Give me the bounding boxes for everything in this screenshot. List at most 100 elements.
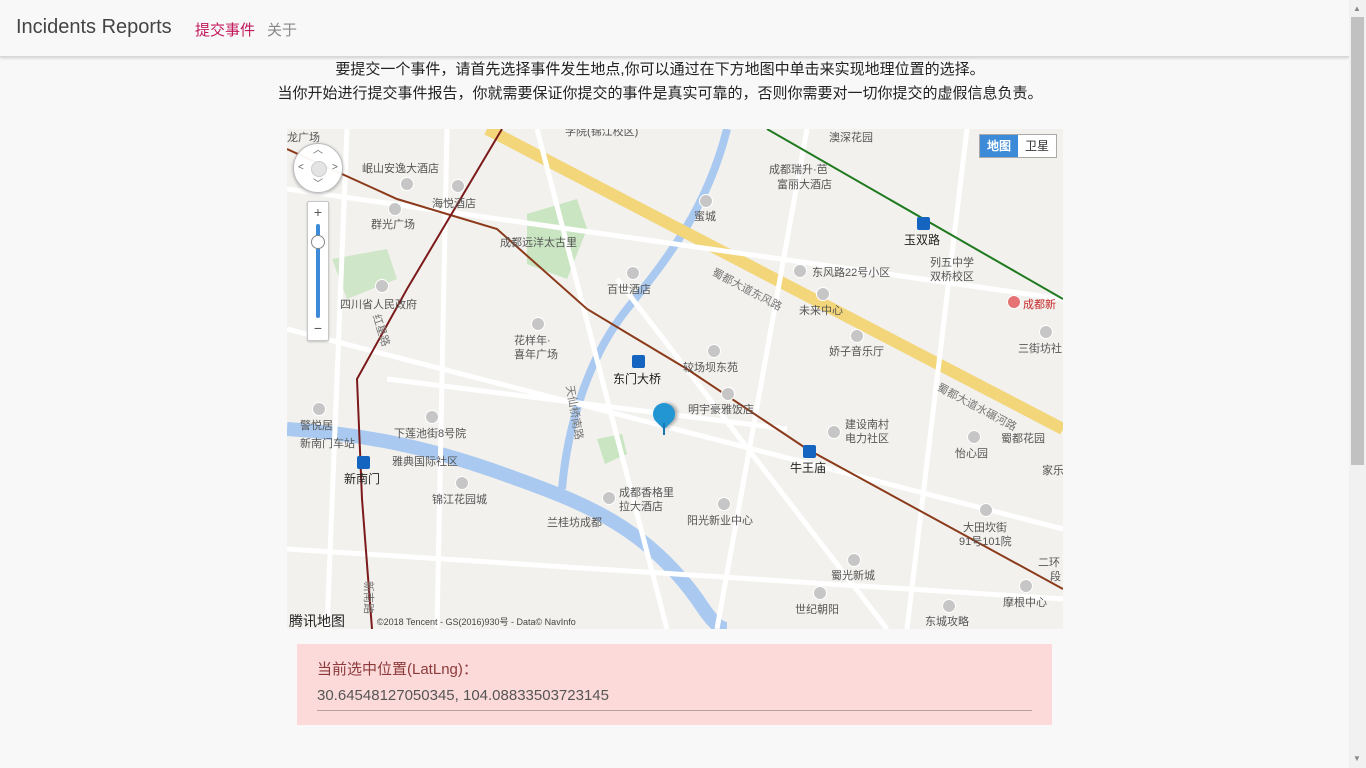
zoom-in-button[interactable]: +: [308, 204, 328, 220]
metro-station-icon: [632, 355, 645, 368]
nav-link-submit-incident[interactable]: 提交事件: [195, 19, 255, 40]
poi-icon: [707, 344, 721, 358]
map-label: 新南门车站: [300, 438, 355, 450]
scrollbar-thumb[interactable]: [1351, 17, 1364, 465]
map-label: 群光广场: [371, 219, 415, 231]
map-label: 未来中心: [799, 305, 843, 317]
poi-icon: [1019, 579, 1033, 593]
poi-icon: [793, 264, 807, 278]
map-label: 家乐: [1042, 465, 1063, 477]
map-label: 段: [1050, 571, 1061, 583]
poi-icon: [400, 177, 414, 191]
intro-line-1: 要提交一个事件，请首先选择事件发生地点,你可以通过在下方地图中单击来实现地理位置…: [335, 61, 985, 78]
brand-title[interactable]: Incidents Reports: [16, 16, 172, 39]
map-label: 锦江花园城: [432, 494, 487, 506]
poi-icon: [717, 497, 731, 511]
metro-station-icon: [357, 456, 370, 469]
map-type-satellite-button[interactable]: 卫星: [1018, 135, 1056, 157]
map-pan-control[interactable]: ︿ ﹀ < >: [293, 143, 343, 193]
metro-station-icon: [803, 445, 816, 458]
poi-icon: [850, 329, 864, 343]
map-label: 91号101院: [959, 536, 1012, 548]
location-marker-tail: [663, 423, 665, 435]
selected-location-value[interactable]: 30.64548127050345, 104.08833503723145: [317, 687, 1032, 711]
poi-icon: [425, 410, 439, 424]
poi-icon: [699, 194, 713, 208]
map-label: 阳光新业中心: [687, 515, 753, 527]
map-label: 东风路22号小区: [812, 267, 891, 279]
map-label: 喜年广场: [514, 349, 558, 361]
map-label: 世纪朝阳: [795, 604, 839, 616]
zoom-out-button[interactable]: −: [308, 320, 328, 336]
map-label: 明宇豪雅饭店: [688, 404, 754, 416]
map-label: 兰桂坊成都: [547, 517, 602, 529]
poi-icon: [979, 503, 993, 517]
poi-icon: [626, 266, 640, 280]
map-label: 四川省人民政府: [340, 299, 417, 311]
map-label: 蜜城: [694, 211, 716, 223]
poi-icon: [813, 586, 827, 600]
map-zoom-control[interactable]: + −: [307, 201, 329, 341]
map-type-switcher: 地图 卫星: [978, 134, 1057, 158]
nav-link-about[interactable]: 关于: [267, 19, 297, 40]
poi-icon: [1007, 295, 1021, 309]
map-label: 岷山安逸大酒店: [362, 163, 439, 175]
pan-center-button[interactable]: [311, 161, 327, 177]
pan-down-icon[interactable]: ﹀: [313, 180, 323, 190]
poi-icon: [312, 402, 326, 416]
poi-icon: [455, 476, 469, 490]
page-scrollbar[interactable]: ▲ ▼: [1349, 0, 1366, 768]
map-type-map-button[interactable]: 地图: [979, 135, 1018, 157]
poi-icon: [388, 202, 402, 216]
map-label: 怡心园: [955, 448, 988, 460]
scroll-down-arrow-icon[interactable]: ▼: [1353, 754, 1361, 763]
poi-icon: [531, 317, 545, 331]
poi-icon: [1039, 325, 1053, 339]
tencent-map-logo: 腾讯地图: [289, 613, 345, 629]
map-label-road: 新南路: [362, 581, 374, 614]
map-label: 摩根中心: [1003, 597, 1047, 609]
poi-icon: [375, 279, 389, 293]
map-label-station: 牛王庙: [790, 461, 827, 475]
map-label: 电力社区: [845, 433, 889, 445]
pan-right-icon[interactable]: >: [332, 163, 338, 173]
poi-icon: [602, 491, 616, 505]
map-label: 成都瑞升·芭: [769, 164, 828, 176]
map-label-station: 玉双路: [904, 233, 941, 247]
poi-icon: [827, 425, 841, 439]
map-label: 海悦酒店: [432, 198, 476, 210]
map-canvas[interactable]: 岷山安逸大酒店 海悦酒店 群光广场 成都远洋太古里 四川省人民政府 百世酒店 花…: [287, 129, 1063, 629]
map-label: 娇子音乐厅: [829, 346, 884, 358]
map-label-station: 东门大桥: [613, 372, 662, 386]
selected-location-panel: 当前选中位置(LatLng)： 30.64548127050345, 104.0…: [297, 644, 1052, 725]
map-label: 拉大酒店: [619, 501, 663, 513]
metro-station-icon: [917, 217, 930, 230]
map-label: 警悦居: [300, 420, 333, 432]
map-label-station: 新南门: [344, 472, 381, 486]
pan-left-icon[interactable]: <: [298, 163, 304, 173]
top-navbar: Incidents Reports 提交事件 关于: [0, 0, 1349, 57]
map-label: 澳深花园: [829, 132, 873, 144]
zoom-slider-handle[interactable]: [311, 235, 325, 249]
map-label: 三街坊社: [1018, 343, 1062, 355]
map-roads: [287, 129, 1063, 629]
poi-icon: [847, 553, 861, 567]
map-copyright: ©2018 Tencent - GS(2016)930号 - Data© Nav…: [377, 617, 576, 627]
poi-icon: [451, 179, 465, 193]
map-label: 学院(锦江校区): [565, 129, 639, 138]
map-label: 富丽大酒店: [777, 179, 832, 191]
poi-icon: [942, 599, 956, 613]
pan-up-icon[interactable]: ︿: [313, 146, 323, 156]
map-label: 成都远洋太古里: [500, 237, 577, 249]
selected-location-label: 当前选中位置(LatLng)：: [317, 661, 478, 678]
map-label: 蜀光新城: [831, 570, 875, 582]
map-label: 较场坝东苑: [683, 362, 738, 374]
poi-icon: [721, 387, 735, 401]
scroll-up-arrow-icon[interactable]: ▲: [1353, 4, 1361, 13]
poi-icon: [967, 430, 981, 444]
map-label: 成都新: [1023, 299, 1056, 311]
map-label: 百世酒店: [607, 284, 651, 296]
map-label: 双桥校区: [930, 271, 974, 283]
intro-line-2: 当你开始进行提交事件报告，你就需要保证你提交的事件是真实可靠的，否则你需要对一切…: [277, 85, 1043, 102]
map-label: 东城攻略: [925, 616, 969, 628]
